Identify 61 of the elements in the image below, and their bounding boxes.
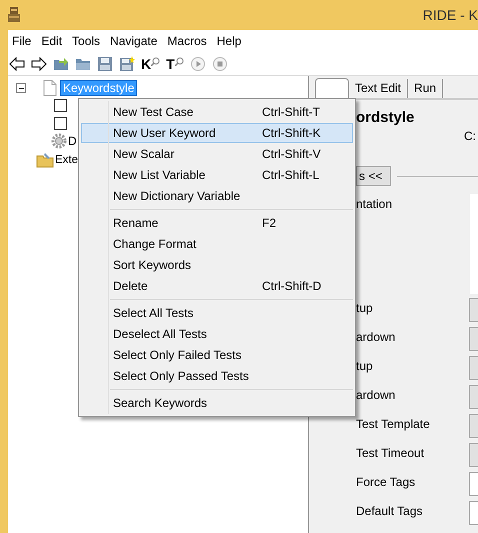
menu-item[interactable]: Tools xyxy=(72,34,100,48)
menu-item[interactable]: Macros xyxy=(167,34,207,48)
folder-arrow-icon[interactable] xyxy=(53,56,69,72)
forward-arrow-icon[interactable] xyxy=(31,56,47,72)
tree-item[interactable]: D xyxy=(68,134,77,148)
folder-icon[interactable] xyxy=(36,152,54,168)
edit-button[interactable] xyxy=(469,385,478,409)
menu-item[interactable]: Deselect All Tests xyxy=(81,324,353,344)
setting-label: tup xyxy=(356,358,373,373)
setting-label: ardown xyxy=(356,329,396,344)
menu-item[interactable]: Search Keywords xyxy=(81,393,353,413)
menu-item[interactable]: New Scalar Ctrl-Shift-V xyxy=(81,144,353,164)
edit-button[interactable] xyxy=(469,327,478,351)
menu-item[interactable]: Sort Keywords xyxy=(81,255,353,275)
search-button[interactable]: K xyxy=(141,56,160,72)
checkbox[interactable] xyxy=(54,116,67,130)
window-title: RIDE - K xyxy=(422,7,478,23)
magnifier-icon xyxy=(174,56,184,66)
back-arrow-icon[interactable] xyxy=(9,56,25,72)
play-icon[interactable] xyxy=(190,56,206,72)
save-icon[interactable] xyxy=(97,56,113,72)
input-field[interactable] xyxy=(469,472,478,496)
tab[interactable]: Run xyxy=(408,79,444,98)
setting-label: ntation xyxy=(356,196,392,211)
menu-item[interactable]: New User Keyword Ctrl-Shift-K xyxy=(81,123,353,143)
search-button[interactable]: T xyxy=(166,56,184,72)
menu-item[interactable]: Edit xyxy=(41,34,62,48)
setting-label: Test Timeout xyxy=(356,445,424,460)
save-all-icon[interactable] xyxy=(119,56,135,72)
menu-item[interactable]: Help xyxy=(216,34,242,48)
setting-label: ardown xyxy=(356,387,396,402)
edit-button[interactable] xyxy=(469,414,478,438)
checkbox[interactable] xyxy=(54,98,67,112)
menu-item[interactable]: Select Only Passed Tests xyxy=(81,366,353,386)
menu-item[interactable]: Navigate xyxy=(110,34,158,48)
collapse-toggle[interactable] xyxy=(16,82,26,92)
setting-label: Force Tags xyxy=(356,474,416,489)
stop-icon[interactable] xyxy=(212,56,228,72)
menu-item[interactable]: Rename F2 xyxy=(81,213,353,233)
input-field[interactable] xyxy=(469,501,478,525)
tree-item[interactable]: Exte xyxy=(55,154,78,166)
menu-item[interactable]: File xyxy=(12,34,32,48)
edit-button[interactable] xyxy=(469,298,478,322)
menu-item[interactable]: Select Only Failed Tests xyxy=(81,345,353,365)
robot-icon xyxy=(6,6,22,24)
menu-item[interactable]: Select All Tests xyxy=(81,303,353,323)
setting-label: Test Template xyxy=(356,416,430,431)
edit-button[interactable] xyxy=(469,443,478,467)
toggle-button[interactable]: s << xyxy=(356,166,392,186)
menu-item[interactable]: New Dictionary Variable xyxy=(81,186,353,206)
setting-label: Default Tags xyxy=(356,503,422,518)
menu-item[interactable]: Change Format xyxy=(81,234,353,254)
source-path: C: xyxy=(464,129,476,145)
tab[interactable] xyxy=(315,78,349,98)
setting-label: tup xyxy=(356,300,373,315)
magnifier-icon xyxy=(151,56,160,66)
menu-item[interactable]: New Test Case Ctrl-Shift-T xyxy=(81,102,353,122)
page-heading: ordstyle xyxy=(356,109,416,128)
menu-item[interactable]: Delete Ctrl-Shift-D xyxy=(81,276,353,296)
edit-button[interactable] xyxy=(469,356,478,380)
menu-item[interactable]: New List Variable Ctrl-Shift-L xyxy=(81,165,353,185)
